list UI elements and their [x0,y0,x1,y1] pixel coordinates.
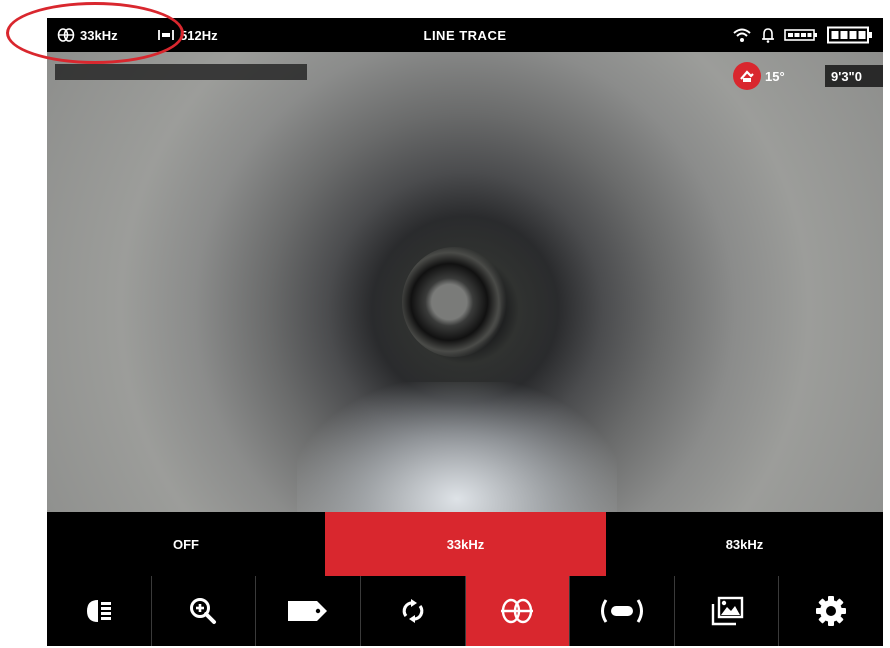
sonde-icon [598,597,646,625]
battery-full-icon [827,26,873,44]
text-overlay-strip [55,64,307,80]
tag-icon [287,599,329,623]
tag-button[interactable] [255,576,360,646]
light-icon [84,598,114,624]
rotate-icon [400,598,426,624]
settings-icon [815,595,847,627]
rotate-button[interactable] [359,576,465,646]
tilt-indicator: 15° [733,62,785,90]
pipe-joint [402,247,507,357]
frequency-option-83khz[interactable]: 83kHz [606,512,883,576]
frequency-selector: OFF 33kHz 83kHz [47,512,883,576]
line-trace-icon [500,597,534,625]
bell-icon [761,27,775,43]
line-trace-button[interactable] [464,576,570,646]
wifi-icon [732,27,752,43]
sonde-button[interactable] [569,576,674,646]
frequency-option-33khz[interactable]: 33kHz [325,512,606,576]
tilt-value: 15° [765,68,785,84]
device-screen: 33kHz 512Hz LINE TRACE 15° 9'3"0 OFF 33k… [47,18,883,646]
tilt-icon [733,62,761,90]
zoom-in-icon [189,597,217,625]
light-button[interactable] [47,576,151,646]
gallery-button[interactable] [673,576,779,646]
zoom-button[interactable] [150,576,256,646]
battery-small-icon [784,28,818,42]
status-icons [732,18,873,52]
distance-readout: 9'3"0 [825,65,883,87]
gallery-icon [710,596,744,626]
status-bar: 33kHz 512Hz LINE TRACE [47,18,883,52]
settings-button[interactable] [778,576,883,646]
frequency-option-off[interactable]: OFF [47,512,325,576]
pipe-water-flow [297,382,617,512]
camera-feed [47,52,883,512]
bottom-toolbar [47,576,883,646]
